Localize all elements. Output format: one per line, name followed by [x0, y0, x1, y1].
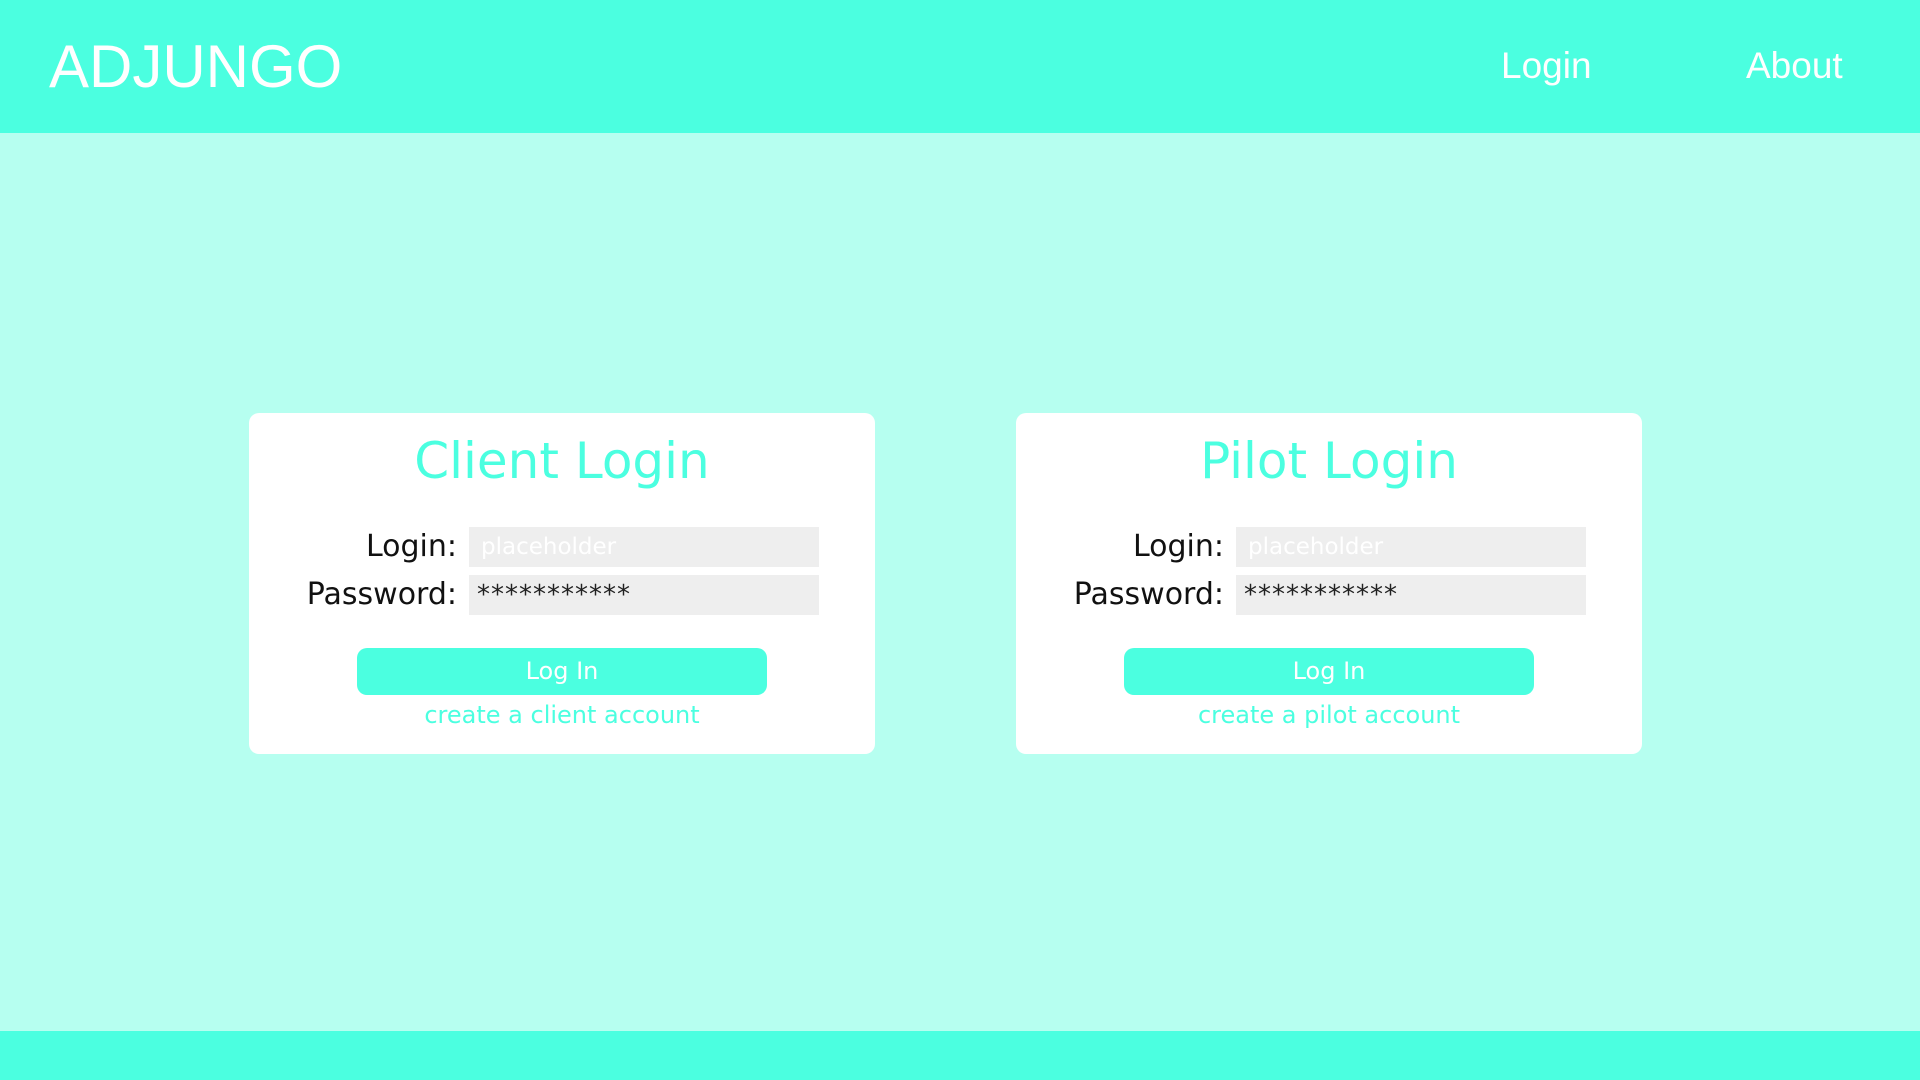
client-login-input[interactable] — [469, 527, 819, 567]
pilot-login-label: Login: — [1132, 529, 1224, 564]
pilot-login-button[interactable]: Log In — [1124, 648, 1534, 695]
create-pilot-account-link[interactable]: create a pilot account — [1016, 700, 1642, 730]
pilot-password-label: Password: — [1073, 577, 1224, 612]
header-bar: ADJUNGO Login About — [0, 0, 1920, 133]
pilot-password-input[interactable] — [1236, 575, 1586, 615]
footer-bar — [0, 1031, 1920, 1080]
client-login-title: Client Login — [414, 432, 710, 490]
pilot-login-title: Pilot Login — [1200, 432, 1458, 490]
client-login-label: Login: — [365, 529, 457, 564]
nav-login-link[interactable]: Login — [1501, 44, 1592, 88]
pilot-login-input[interactable] — [1236, 527, 1586, 567]
pilot-login-card: Pilot Login Login: Password: Log In crea… — [1016, 413, 1642, 754]
client-password-label: Password: — [306, 577, 457, 612]
brand-logo[interactable]: ADJUNGO — [49, 30, 342, 104]
nav-about-link[interactable]: About — [1746, 44, 1843, 88]
client-login-card: Client Login Login: Password: Log In cre… — [249, 413, 875, 754]
create-client-account-link[interactable]: create a client account — [249, 700, 875, 730]
client-login-button[interactable]: Log In — [357, 648, 767, 695]
client-password-input[interactable] — [469, 575, 819, 615]
